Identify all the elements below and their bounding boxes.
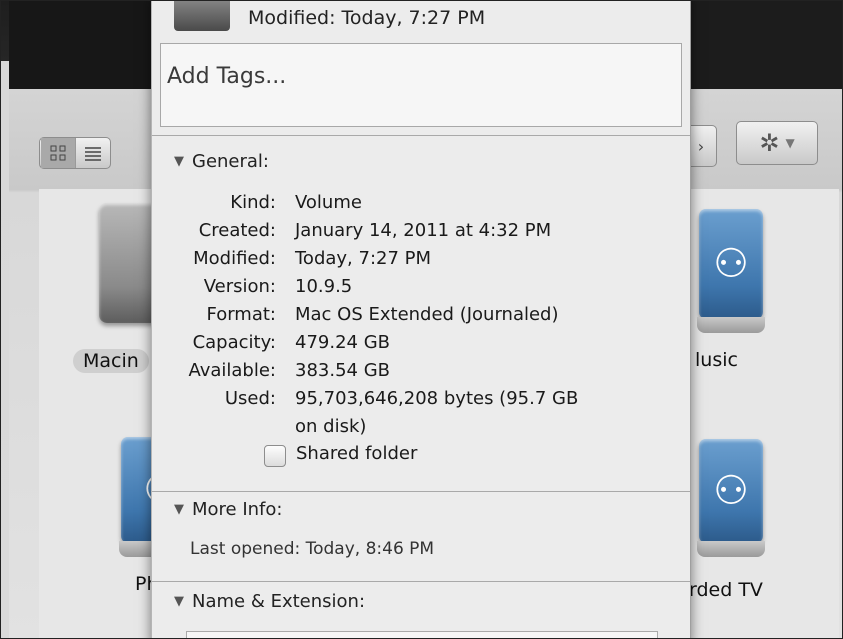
general-section-header[interactable]: ▼ General: [174,151,269,172]
background-dark-region-right [689,1,842,89]
info-key: Version: [203,276,276,297]
disclosure-triangle-down-icon: ▼ [174,502,184,517]
chevron-right-icon: › [697,136,705,156]
tags-field[interactable]: Add Tags... [160,43,682,127]
tags-placeholder: Add Tags... [167,64,287,89]
more-info-section-title: More Info: [192,499,283,520]
info-value: 479.24 GB [295,332,391,353]
info-row-modified: Modified: Today, 7:27 PM [152,245,672,273]
info-value: 383.54 GB [295,360,391,381]
header-modified: Modified: Today, 7:27 PM [248,7,486,29]
name-field[interactable] [186,631,658,638]
info-value: Volume [295,192,362,213]
recorded-tv-drive-icon[interactable]: ⚇ [697,439,765,557]
chevron-down-icon: ▼ [785,136,795,150]
info-key: Capacity: [192,332,276,353]
more-info-section-header[interactable]: ▼ More Info: [174,499,282,520]
info-value: Today, 7:27 PM [295,248,432,269]
info-value: January 14, 2011 at 4:32 PM [295,220,552,241]
info-key: Used: [224,388,276,409]
info-key: Created: [198,220,276,241]
info-value-continued: on disk) [295,416,367,437]
people-icon: ⚇ [713,241,749,287]
info-row-kind: Kind: Volume [152,189,672,217]
people-icon: ⚇ [713,468,749,514]
info-key: Kind: [230,192,276,213]
info-row-created: Created: January 14, 2011 at 4:32 PM [152,217,672,245]
name-extension-section-header[interactable]: ▼ Name & Extension: [174,591,365,612]
list-view-icon[interactable] [76,138,110,168]
divider [152,135,690,136]
info-row-capacity: Capacity: 479.24 GB [152,329,672,357]
shared-folder-label[interactable]: Shared folder [296,443,417,464]
view-mode-control[interactable] [39,137,111,169]
background-dark-region [9,1,159,89]
shared-folder-checkbox[interactable] [264,445,286,467]
disclosure-triangle-down-icon: ▼ [174,154,184,169]
info-row-used-cont: on disk) [152,413,672,441]
info-row-available: Available: 383.54 GB [152,357,672,385]
last-opened: Last opened: Today, 8:46 PM [190,539,435,559]
drive-label-music[interactable]: lusic [695,349,738,371]
hard-drive-icon [174,1,230,31]
info-value: Mac OS Extended (Journaled) [295,304,559,325]
divider [152,581,690,582]
info-row-format: Format: Mac OS Extended (Journaled) [152,301,672,329]
general-section-title: General: [192,151,270,172]
get-info-panel: Modified: Today, 7:27 PM Add Tags... ▼ G… [151,1,691,638]
grid-view-icon[interactable] [40,138,76,168]
info-row-used: Used: 95,703,646,208 bytes (95.7 GB [152,385,672,413]
info-key: Format: [206,304,277,325]
action-button[interactable]: ✲ ▼ [736,121,818,165]
info-key: Available: [188,360,276,381]
screen: › ✲ ▼ Macin ⚇ lusic ⚇ Ph ⚇ [0,0,843,639]
disclosure-triangle-down-icon: ▼ [174,594,184,609]
gear-icon: ✲ [759,129,780,157]
music-drive-icon[interactable]: ⚇ [697,209,765,333]
info-row-version: Version: 10.9.5 [152,273,672,301]
info-value: 95,703,646,208 bytes (95.7 GB [295,388,579,409]
drive-label-macintosh[interactable]: Macin [73,349,149,373]
drive-label-recorded-tv[interactable]: rded TV [689,579,763,601]
divider [152,491,690,492]
info-value: 10.9.5 [295,276,353,297]
name-extension-section-title: Name & Extension: [192,591,366,612]
info-key: Modified: [193,248,276,269]
